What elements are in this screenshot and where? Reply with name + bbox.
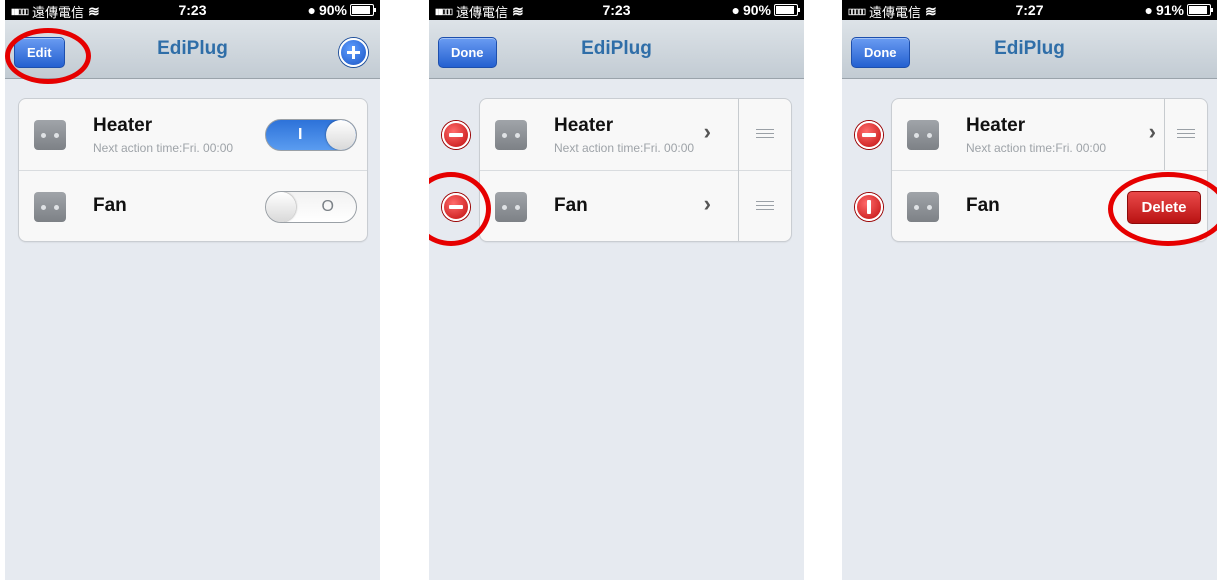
plug-icon (495, 120, 527, 150)
navigation-bar: Done EdiPlug (429, 20, 804, 79)
device-name: Fan (554, 195, 588, 216)
battery-icon (350, 4, 376, 16)
device-name: Heater (93, 115, 153, 136)
delete-minus-icon[interactable] (442, 121, 470, 149)
plug-icon (495, 192, 527, 222)
device-name: Fan (93, 195, 127, 216)
switch-knob (326, 120, 356, 150)
battery-icon (1187, 4, 1213, 16)
power-switch-fan[interactable]: O (265, 191, 357, 223)
chevron-right-icon[interactable]: › (704, 191, 711, 217)
switch-knob (266, 192, 296, 222)
device-name: Heater (966, 115, 1026, 136)
screen-edit-mode-on: ▮▮▯▯▯ 遠傳電信 ≋ 7:23 ● 90% Done EdiPlug Hea… (429, 0, 804, 580)
reorder-handle-column[interactable] (738, 99, 791, 241)
chevron-right-icon[interactable]: › (1149, 119, 1156, 145)
plug-icon (907, 192, 939, 222)
next-action-time: Next action time:Fri. 00:00 (966, 141, 1107, 155)
device-row-fan[interactable]: Fan O (19, 171, 367, 242)
highlight-circle (5, 28, 91, 84)
battery-percent: 91% (1155, 2, 1184, 18)
reorder-handle-icon[interactable] (756, 129, 774, 139)
reorder-handle-icon[interactable] (1177, 129, 1195, 139)
status-bar: ▮▮▯▯▯ 遠傳電信 ≋ 7:23 ● 90% (5, 0, 380, 21)
lock-rotation-icon: ● (731, 2, 740, 18)
chevron-right-icon[interactable]: › (704, 119, 711, 145)
delete-minus-icon[interactable] (855, 121, 883, 149)
device-list: Heater Next action time:Fri. 00:00 I Fan… (18, 98, 368, 242)
next-action-time: Next action time:Fri. 00:00 (554, 141, 695, 155)
plug-icon (907, 120, 939, 150)
device-name: Heater (554, 115, 614, 136)
reorder-handle-column[interactable] (1164, 99, 1207, 170)
status-bar: ▯▯▯▯▯ 遠傳電信 ≋ 7:27 ● 91% (842, 0, 1217, 21)
device-row-heater[interactable]: Heater Next action time:Fri. 00:00 I (19, 99, 367, 171)
next-action-time: Next action time:Fri. 00:00 (93, 141, 234, 155)
status-bar: ▮▮▯▯▯ 遠傳電信 ≋ 7:23 ● 90% (429, 0, 804, 21)
app-title: EdiPlug (581, 38, 652, 59)
power-switch-heater[interactable]: I (265, 119, 357, 151)
device-list: Heater Next action time:Fri. 00:00 › Fan… (479, 98, 792, 242)
reorder-handle-icon[interactable] (756, 201, 774, 211)
device-name: Fan (966, 195, 1000, 216)
device-row-heater[interactable]: Heater Next action time:Fri. 00:00 › (892, 99, 1207, 171)
battery-percent: 90% (742, 2, 771, 18)
app-title: EdiPlug (994, 38, 1065, 59)
lock-rotation-icon: ● (1144, 2, 1153, 18)
switch-off-glyph: O (321, 198, 334, 215)
navigation-bar: Done EdiPlug (842, 20, 1217, 79)
switch-on-glyph: I (298, 126, 303, 143)
add-icon[interactable] (339, 38, 368, 67)
highlight-circle (1108, 172, 1217, 246)
battery-icon (774, 4, 800, 16)
plug-icon (34, 192, 66, 222)
lock-rotation-icon: ● (307, 2, 316, 18)
delete-minus-rotated-icon[interactable] (855, 193, 883, 221)
battery-percent: 90% (318, 2, 347, 18)
plug-icon (34, 120, 66, 150)
screen-edit-mode-off: ▮▮▯▯▯ 遠傳電信 ≋ 7:23 ● 90% Edit EdiPlug Hea… (5, 0, 380, 580)
screen-delete-confirm: ▯▯▯▯▯ 遠傳電信 ≋ 7:27 ● 91% Done EdiPlug Hea… (842, 0, 1217, 580)
